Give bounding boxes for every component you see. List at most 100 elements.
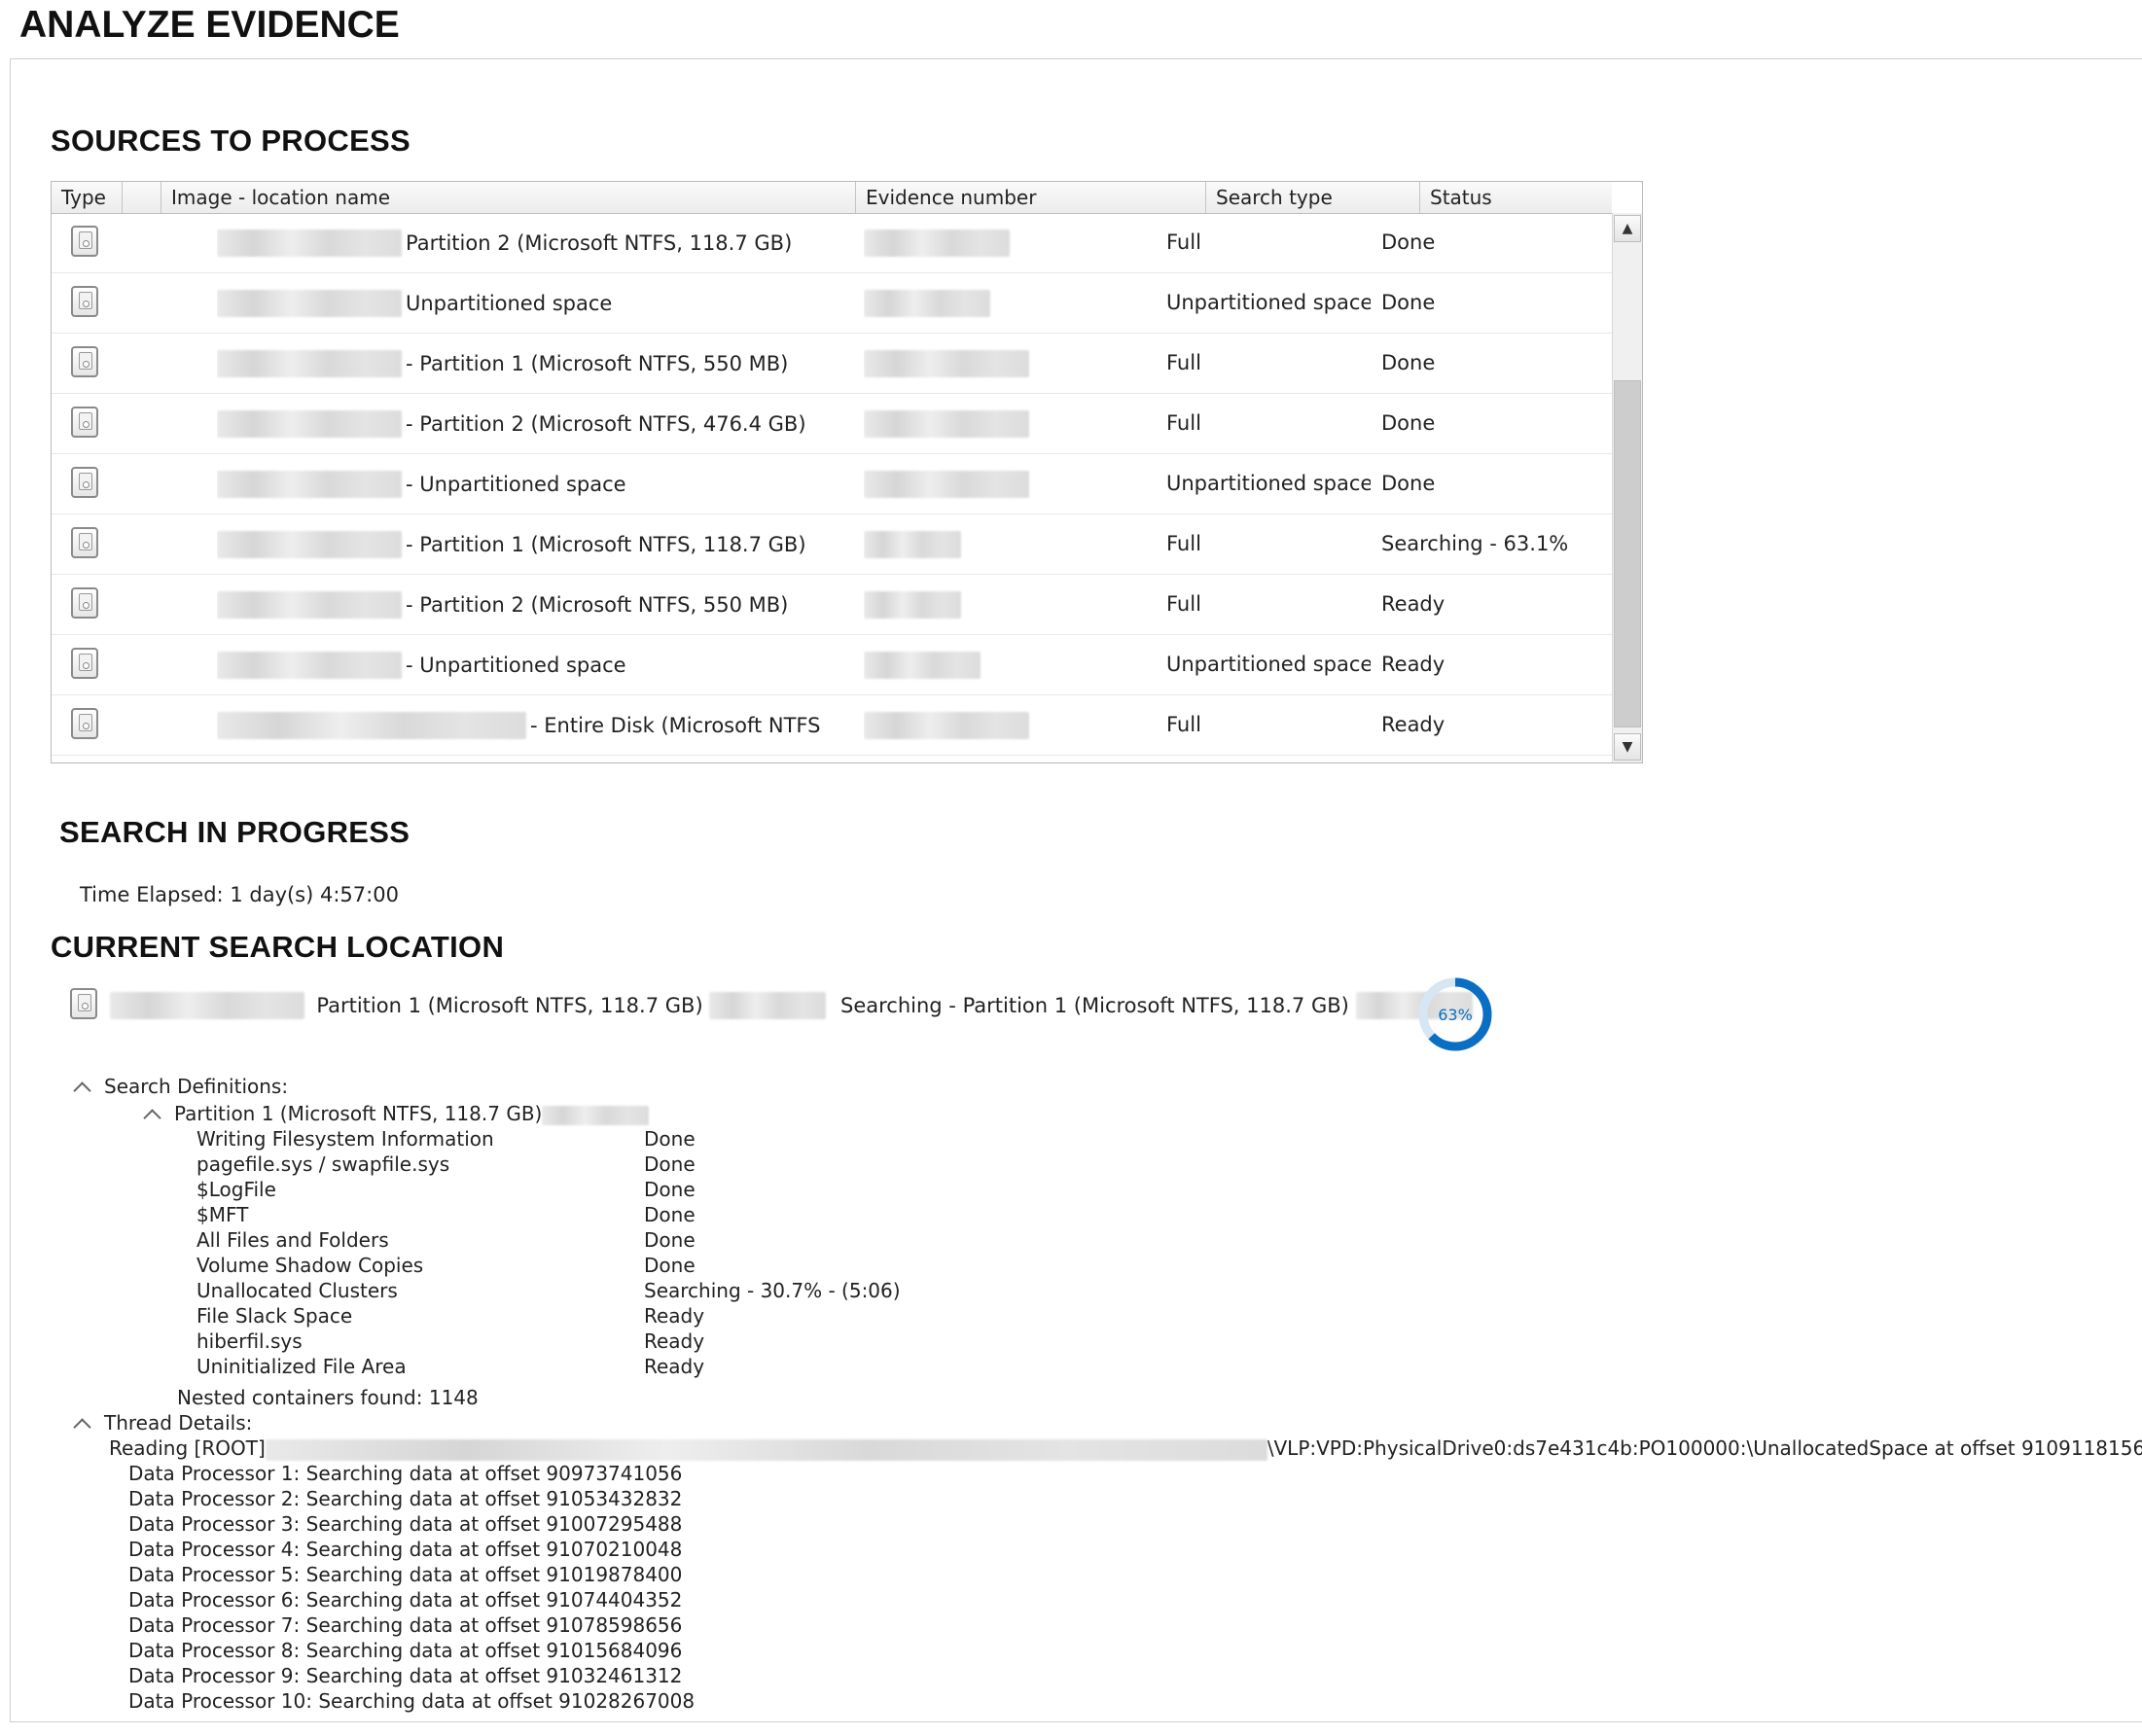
sources-title: SOURCES TO PROCESS <box>51 124 411 158</box>
chevron-up-icon[interactable] <box>73 1418 91 1436</box>
table-row[interactable]: - Partition 2 (Microsoft NTFS, 476.4 GB)… <box>52 394 1612 454</box>
location-cell: - Partition 1 (Microsoft NTFS, 118.7 GB) <box>217 514 855 574</box>
location-name: - Unpartitioned space <box>406 472 626 496</box>
reading-prefix: Reading [ROOT] <box>109 1436 266 1460</box>
progress-label: 63% <box>1438 1006 1473 1024</box>
type-cell <box>71 514 110 574</box>
redacted-evidence-number <box>864 350 1029 377</box>
definition-name: hiberfil.sys <box>196 1329 303 1353</box>
location-cell: - Partition 1 (Microsoft NTFS, 550 MB) <box>217 334 855 393</box>
chevron-up-icon[interactable] <box>73 1081 91 1100</box>
definition-status: Done <box>644 1228 696 1252</box>
redacted-evidence-number <box>864 290 990 317</box>
chevron-up-icon[interactable] <box>143 1109 161 1127</box>
sources-table[interactable]: Type Image - location name Evidence numb… <box>51 181 1643 763</box>
table-row[interactable]: Unpartitioned space Unpartitioned space Do… <box>52 273 1612 334</box>
drive-icon <box>71 407 98 438</box>
definition-status: Done <box>644 1254 696 1277</box>
evidence-cell <box>864 394 1195 453</box>
column-header-type[interactable]: Type <box>52 182 123 213</box>
column-header-search-type[interactable]: Search type <box>1206 182 1420 213</box>
redacted-evidence-number <box>864 712 1029 739</box>
redacted-evidence-number <box>864 410 1029 438</box>
redacted-evidence-number <box>864 591 961 619</box>
redacted-evidence-number <box>864 531 961 558</box>
nested-containers: Nested containers found: 1148 <box>177 1386 479 1409</box>
data-processor-line: Data Processor 5: Searching data at offs… <box>128 1563 683 1586</box>
location-cell: - Unpartitioned space <box>217 635 855 694</box>
table-row[interactable]: Partition 2 (Microsoft NTFS, 118.7 GB) Fu… <box>52 213 1612 273</box>
definition-name: pagefile.sys / swapfile.sys <box>196 1152 450 1176</box>
table-scrollbar[interactable]: ▲ ▼ <box>1612 213 1642 762</box>
status-cell: Ready <box>1381 653 1446 676</box>
drive-icon <box>71 648 98 679</box>
location-name: - Partition 1 (Microsoft NTFS, 118.7 GB) <box>406 532 806 556</box>
redacted-image-name <box>217 350 402 377</box>
column-header-status[interactable]: Status <box>1420 182 1612 213</box>
table-row[interactable]: - Unpartitioned space Unpartitioned space… <box>52 635 1612 695</box>
definition-name: Volume Shadow Copies <box>196 1254 424 1277</box>
data-processor-line: Data Processor 4: Searching data at offs… <box>128 1538 683 1561</box>
table-row[interactable]: - Entire Disk (Microsoft NTFS Full Ready <box>52 695 1612 756</box>
definition-name: Unallocated Clusters <box>196 1279 398 1302</box>
definition-status: Done <box>644 1152 696 1176</box>
type-cell <box>71 575 110 634</box>
table-row[interactable]: - Partition 1 (Microsoft NTFS, 118.7 GB)… <box>52 514 1612 575</box>
column-header-evidence[interactable]: Evidence number <box>856 182 1206 213</box>
location-name: - Partition 1 (Microsoft NTFS, 550 MB) <box>406 351 789 375</box>
column-header-blank[interactable] <box>123 182 161 213</box>
location-name: Unpartitioned space <box>406 291 613 315</box>
definition-status: Done <box>644 1178 696 1201</box>
redacted-image-name <box>217 410 402 438</box>
table-row[interactable]: - Partition 1 (Microsoft NTFS, 550 MB) Fu… <box>52 334 1612 394</box>
redacted-image-name <box>217 230 402 257</box>
search-definitions-node[interactable]: Search Definitions: <box>73 1074 289 1100</box>
definition-name: All Files and Folders <box>196 1228 389 1252</box>
column-header-location[interactable]: Image - location name <box>161 182 856 213</box>
location-name: Partition 2 (Microsoft NTFS, 118.7 GB) <box>406 230 793 255</box>
search-definitions-label: Search Definitions: <box>104 1075 289 1098</box>
location-name: - Partition 2 (Microsoft NTFS, 550 MB) <box>406 592 789 617</box>
type-cell <box>71 334 110 393</box>
table-row[interactable]: - Unpartitioned space Unpartitioned space… <box>52 454 1612 514</box>
search-type-cell: Unpartitioned space <box>1166 472 1371 495</box>
table-row[interactable]: - Partition 2 (Microsoft NTFS, 550 MB) Fu… <box>52 575 1612 635</box>
search-type-cell: Unpartitioned space <box>1166 291 1371 314</box>
status-cell: Ready <box>1381 713 1446 736</box>
data-processor-line: Data Processor 7: Searching data at offs… <box>128 1613 683 1637</box>
status-cell: Ready <box>1381 592 1446 616</box>
drive-icon <box>71 467 98 498</box>
location-cell: Partition 2 (Microsoft NTFS, 118.7 GB) <box>217 213 855 272</box>
scroll-up-button[interactable]: ▲ <box>1614 215 1641 242</box>
redacted-image-name <box>217 591 402 619</box>
drive-icon <box>70 988 97 1019</box>
type-cell <box>71 635 110 694</box>
location-cell: - Unpartitioned space <box>217 454 855 514</box>
current-location-name: Partition 1 (Microsoft NTFS, 118.7 GB) <box>316 994 703 1017</box>
table-body: Partition 2 (Microsoft NTFS, 118.7 GB) Fu… <box>52 213 1612 756</box>
location-cell: - Partition 2 (Microsoft NTFS, 476.4 GB) <box>217 394 855 453</box>
redacted-image-name <box>217 290 402 317</box>
search-type-cell: Full <box>1166 230 1201 254</box>
partition-node[interactable]: Partition 1 (Microsoft NTFS, 118.7 GB) <box>143 1101 650 1127</box>
location-name: - Unpartitioned space <box>406 653 626 677</box>
scroll-down-button[interactable]: ▼ <box>1614 733 1641 761</box>
search-type-cell: Full <box>1166 351 1201 374</box>
evidence-cell <box>864 334 1195 393</box>
search-type-cell: Full <box>1166 713 1201 736</box>
data-processor-line: Data Processor 3: Searching data at offs… <box>128 1512 683 1536</box>
scroll-thumb[interactable] <box>1614 380 1641 727</box>
type-cell <box>71 695 110 755</box>
redacted-image-name <box>217 652 402 679</box>
evidence-cell <box>864 514 1195 574</box>
data-processor-line: Data Processor 9: Searching data at offs… <box>128 1664 683 1687</box>
page-title: ANALYZE EVIDENCE <box>19 4 400 46</box>
type-cell <box>71 454 110 514</box>
redacted-evidence-number <box>542 1105 650 1125</box>
location-name: - Partition 2 (Microsoft NTFS, 476.4 GB) <box>406 411 806 436</box>
time-elapsed: Time Elapsed: 1 day(s) 4:57:00 <box>80 883 399 906</box>
thread-details-node[interactable]: Thread Details: <box>73 1410 252 1436</box>
redacted-image-name <box>109 992 304 1019</box>
data-processor-line: Data Processor 6: Searching data at offs… <box>128 1588 683 1612</box>
drive-icon <box>71 587 98 619</box>
